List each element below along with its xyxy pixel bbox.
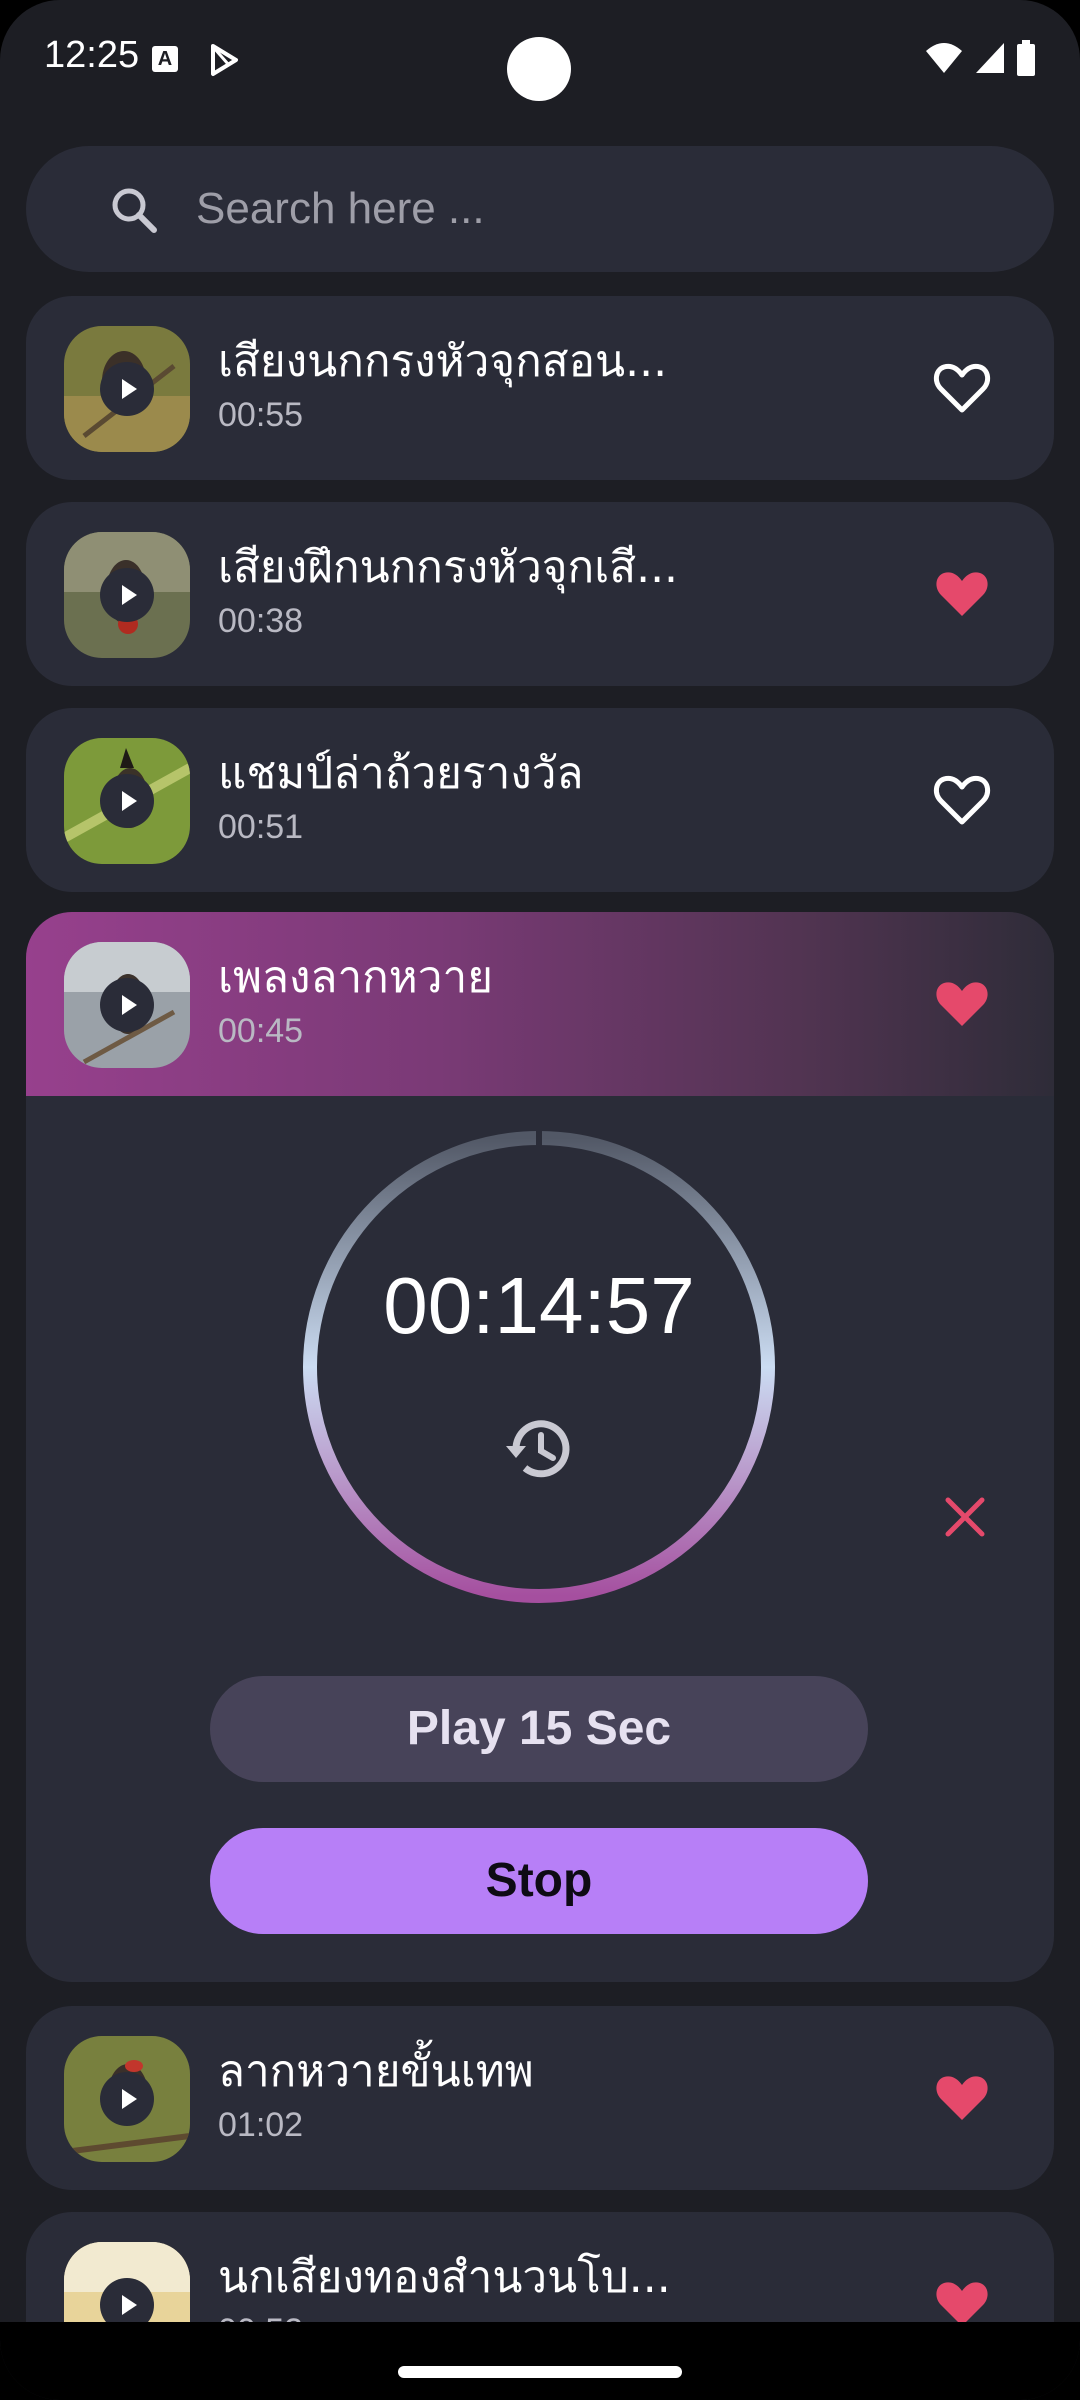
navigation-bar — [0, 2322, 1080, 2400]
timer-display: 00:14:57 — [383, 1261, 695, 1350]
list-item-active[interactable]: เพลงลากหวาย 00:45 — [26, 912, 1054, 1096]
play-icon[interactable] — [100, 568, 154, 622]
timer-progress-ring — [303, 1130, 775, 1603]
heart-filled-icon[interactable] — [932, 974, 992, 1034]
status-time: 12:25 — [44, 34, 140, 76]
item-duration: 00:55 — [218, 396, 304, 434]
bird-thumbnail[interactable] — [64, 942, 190, 1068]
signal-icon — [976, 43, 1004, 73]
play-store-icon — [211, 44, 238, 76]
bird-thumbnail[interactable] — [64, 532, 190, 658]
item-title: ลากหวายขั้นเทพ — [218, 2046, 534, 2097]
item-duration: 00:51 — [218, 808, 304, 846]
stop-button[interactable]: Stop — [210, 1828, 868, 1934]
heart-filled-icon[interactable] — [932, 564, 992, 624]
bird-thumbnail[interactable] — [64, 2036, 190, 2162]
item-title: เสียงนกกรงหัวจุกสอน... — [218, 336, 668, 387]
close-icon[interactable] — [938, 1490, 992, 1544]
list-item[interactable]: เสียงนกกรงหัวจุกสอน... 00:55 — [26, 296, 1054, 480]
list-item[interactable]: แชมป์ล่าถ้วยรางวัล 00:51 — [26, 708, 1054, 892]
status-indicators — [924, 40, 1036, 76]
list-item[interactable]: ลากหวายขั้นเทพ 01:02 — [26, 2006, 1054, 2190]
search-icon — [112, 188, 157, 233]
a-badge-icon: A — [152, 46, 178, 72]
expanded-player-card: เพลงลากหวาย 00:45 00:14:57 Play 15 Sec S… — [26, 912, 1054, 1982]
bird-thumbnail[interactable] — [64, 738, 190, 864]
item-title: แชมป์ล่าถ้วยรางวัล — [218, 748, 584, 799]
history-icon[interactable] — [498, 1408, 580, 1490]
item-duration: 01:02 — [218, 2106, 304, 2144]
status-bar: 12:25 A — [0, 0, 1080, 120]
heart-outline-icon[interactable] — [932, 770, 992, 830]
heart-filled-icon[interactable] — [932, 2068, 992, 2128]
play-icon[interactable] — [100, 2072, 154, 2126]
battery-icon — [1017, 40, 1035, 76]
camera-cutout — [507, 37, 571, 101]
item-duration: 00:45 — [218, 1012, 304, 1050]
item-title: เสียงฝึกนกกรงหัวจุกเสี... — [218, 542, 679, 593]
play-icon[interactable] — [100, 978, 154, 1032]
wifi-icon — [926, 43, 962, 73]
item-title: เพลงลากหวาย — [218, 952, 493, 1003]
heart-outline-icon[interactable] — [932, 358, 992, 418]
play-15-sec-button[interactable]: Play 15 Sec — [210, 1676, 868, 1782]
play-icon[interactable] — [100, 362, 154, 416]
list-item[interactable]: เสียงฝึกนกกรงหัวจุกเสี... 00:38 — [26, 502, 1054, 686]
gesture-handle[interactable] — [398, 2366, 682, 2378]
item-title: นกเสียงทองสำนวนโบ... — [218, 2252, 671, 2303]
bird-thumbnail[interactable] — [64, 326, 190, 452]
play-icon[interactable] — [100, 774, 154, 828]
search-bar[interactable] — [26, 146, 1054, 272]
item-duration: 00:38 — [218, 602, 304, 640]
search-input[interactable] — [196, 174, 1016, 244]
app-screen: 12:25 A Search here ... เสียงนกกรงหัวจุก… — [0, 0, 1080, 2400]
